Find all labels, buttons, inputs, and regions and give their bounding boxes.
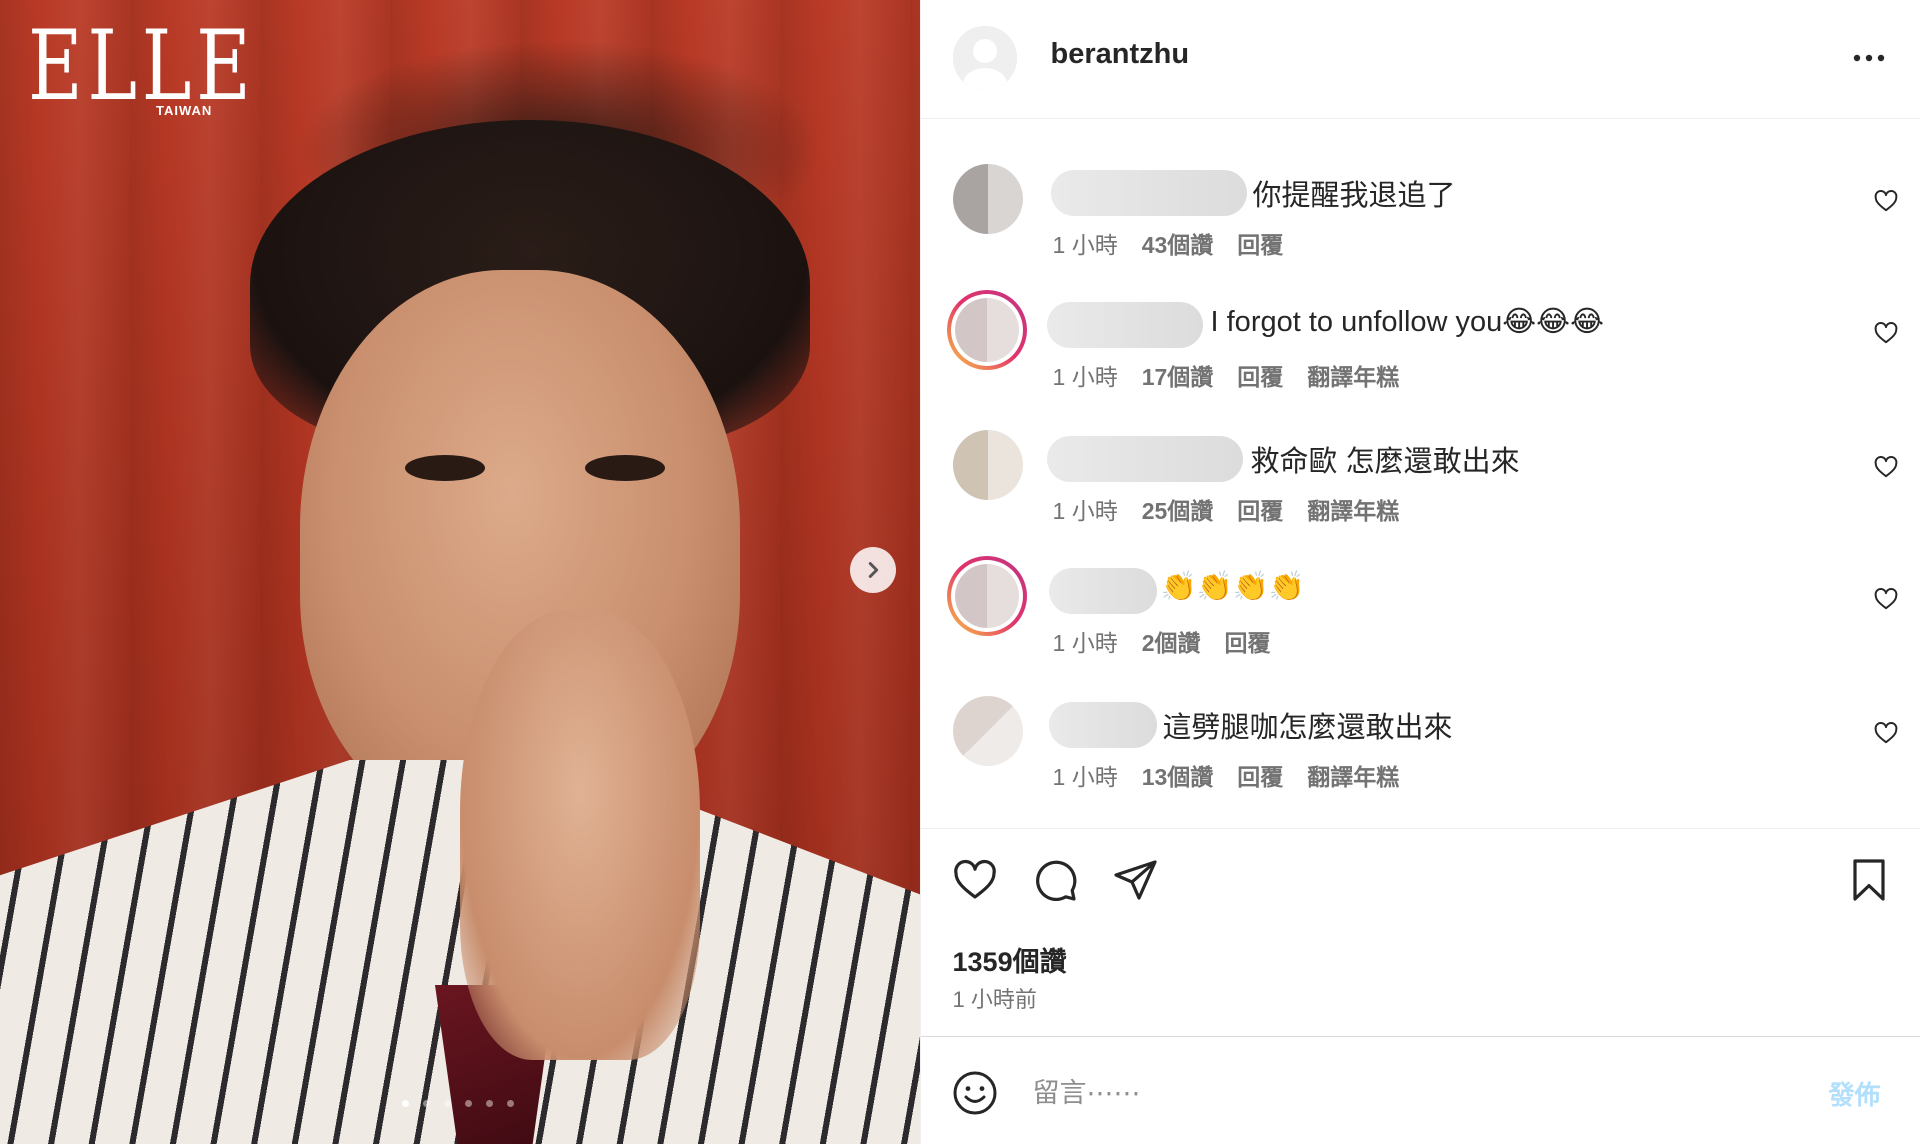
commenter-name-blurred[interactable] [1046,302,1203,348]
comment-reply-button[interactable]: 回覆 [1237,226,1283,260]
bookmark-icon [1852,859,1885,901]
carousel-dot [402,1100,409,1107]
comment-meta: 1 小時 17個讚 回覆 翻譯年糕 [1053,358,1400,392]
comment-time[interactable]: 1 小時 [1053,758,1118,792]
comment-item: 救命歐 怎麼還敢出來 1 小時 25個讚 回覆 翻譯年糕 [921,424,1920,534]
post-timestamp[interactable]: 1 小時前 [953,982,1037,1014]
comment-reply-button[interactable]: 回覆 [1237,492,1283,526]
commenter-name-blurred[interactable] [1048,702,1157,748]
carousel-next-button[interactable] [850,547,896,593]
comment-translate-button[interactable]: 翻譯年糕 [1307,358,1399,392]
photo-eye-left [405,455,485,481]
commenter-name-blurred[interactable] [1046,436,1243,482]
comment-likes[interactable]: 43個讚 [1142,226,1214,260]
comment-likes[interactable]: 25個讚 [1142,492,1214,526]
post-media-photo[interactable]: ELLE TAIWAN [0,0,920,1144]
carousel-dot [486,1100,493,1107]
comment-reply-button[interactable]: 回覆 [1237,358,1283,392]
heart-icon [1874,588,1897,610]
comment-text: 這劈腿咖怎麼還敢出來 [1162,712,1453,744]
chevron-right-icon [868,562,879,578]
comment-meta: 1 小時 2個讚 回覆 [1053,624,1271,658]
post-header: berantzhu [920,0,1920,119]
comment-time[interactable]: 1 小時 [1053,226,1118,260]
comment-likes[interactable]: 2個讚 [1142,624,1201,658]
comment-meta: 1 小時 25個讚 回覆 翻譯年糕 [1053,492,1400,526]
photo-eye-right [585,455,665,481]
author-username[interactable]: berantzhu [1051,38,1190,71]
comment-item: 👏👏👏👏 1 小時 2個讚 回覆 [921,556,1920,666]
commenter-name-blurred[interactable] [1048,568,1157,614]
comments-list: 你提醒我退追了 1 小時 43個讚 回覆 I forgot to unfollo… [920,118,1920,829]
send-icon [1113,860,1157,900]
comment-input[interactable] [1030,1067,1675,1119]
carousel-indicator [402,1100,514,1107]
elle-logo-subtitle: TAIWAN [156,103,213,118]
comment-item: 這劈腿咖怎麼還敢出來 1 小時 13個讚 回覆 翻譯年糕 [921,690,1920,800]
commenter-avatar[interactable] [952,430,1023,500]
comment-like-button[interactable] [1873,720,1899,746]
post-comment-button[interactable]: 發佈 [1829,1075,1881,1112]
comment-time[interactable]: 1 小時 [1053,358,1118,392]
heart-icon [1874,456,1897,478]
heart-icon [953,859,996,899]
carousel-dot [444,1100,451,1107]
comment-button[interactable] [1031,856,1079,904]
photo-hand [460,610,700,1060]
elle-logo: ELLE [28,10,256,122]
comment-text: 👏👏👏👏 [1160,571,1305,603]
comment-text: I forgot to unfollow you😂😂😂 [1210,306,1604,338]
comment-item: I forgot to unfollow you😂😂😂 1 小時 17個讚 回覆… [921,290,1920,400]
more-options-button[interactable] [1847,44,1891,72]
comment-likes[interactable]: 17個讚 [1142,358,1214,392]
comment-meta: 1 小時 13個讚 回覆 翻譯年糕 [1053,758,1400,792]
comment-text: 你提醒我退追了 [1252,180,1456,212]
comment-time[interactable]: 1 小時 [1053,492,1118,526]
commenter-avatar-story-ring[interactable] [946,556,1027,636]
comment-like-button[interactable] [1873,188,1899,214]
post-like-count[interactable]: 1359個讚 [953,940,1067,979]
more-horizontal-icon [1853,54,1884,62]
carousel-dot [465,1100,472,1107]
commenter-avatar[interactable] [952,696,1023,766]
heart-icon [1874,722,1897,744]
post-action-bar [921,828,1920,938]
share-button[interactable] [1111,856,1159,904]
emoji-picker-button[interactable] [951,1069,999,1117]
like-button[interactable] [951,856,999,904]
save-button[interactable] [1845,856,1893,904]
comment-reply-button[interactable]: 回覆 [1237,758,1283,792]
instagram-post-view: ELLE TAIWAN berantzhu 你提醒我退追了 1 小時 43個讚 … [0,0,1920,1144]
heart-icon [1874,322,1897,344]
comment-text: 救命歐 怎麼還敢出來 [1250,446,1520,478]
smiley-icon [953,1071,997,1115]
comment-composer: 發佈 [920,1036,1920,1145]
author-avatar[interactable] [952,26,1017,90]
default-avatar-icon [952,26,1017,90]
post-info-panel: berantzhu 你提醒我退追了 1 小時 43個讚 回覆 I forgot … [919,0,1920,1145]
commenter-avatar[interactable] [952,164,1023,234]
commenter-name-blurred[interactable] [1050,170,1247,216]
comment-likes[interactable]: 13個讚 [1142,758,1214,792]
comment-reply-button[interactable]: 回覆 [1225,624,1271,658]
comment-like-button[interactable] [1873,320,1899,346]
carousel-dot [423,1100,430,1107]
heart-icon [1874,190,1897,212]
carousel-dot [507,1100,514,1107]
comment-translate-button[interactable]: 翻譯年糕 [1307,758,1399,792]
comment-translate-button[interactable]: 翻譯年糕 [1307,492,1399,526]
comment-meta: 1 小時 43個讚 回覆 [1053,226,1284,260]
comment-item: 你提醒我退追了 1 小時 43個讚 回覆 [921,158,1920,268]
comment-icon [1035,860,1076,902]
comment-like-button[interactable] [1873,586,1899,612]
comment-time[interactable]: 1 小時 [1053,624,1118,658]
commenter-avatar-story-ring[interactable] [946,290,1027,370]
comment-like-button[interactable] [1873,454,1899,480]
